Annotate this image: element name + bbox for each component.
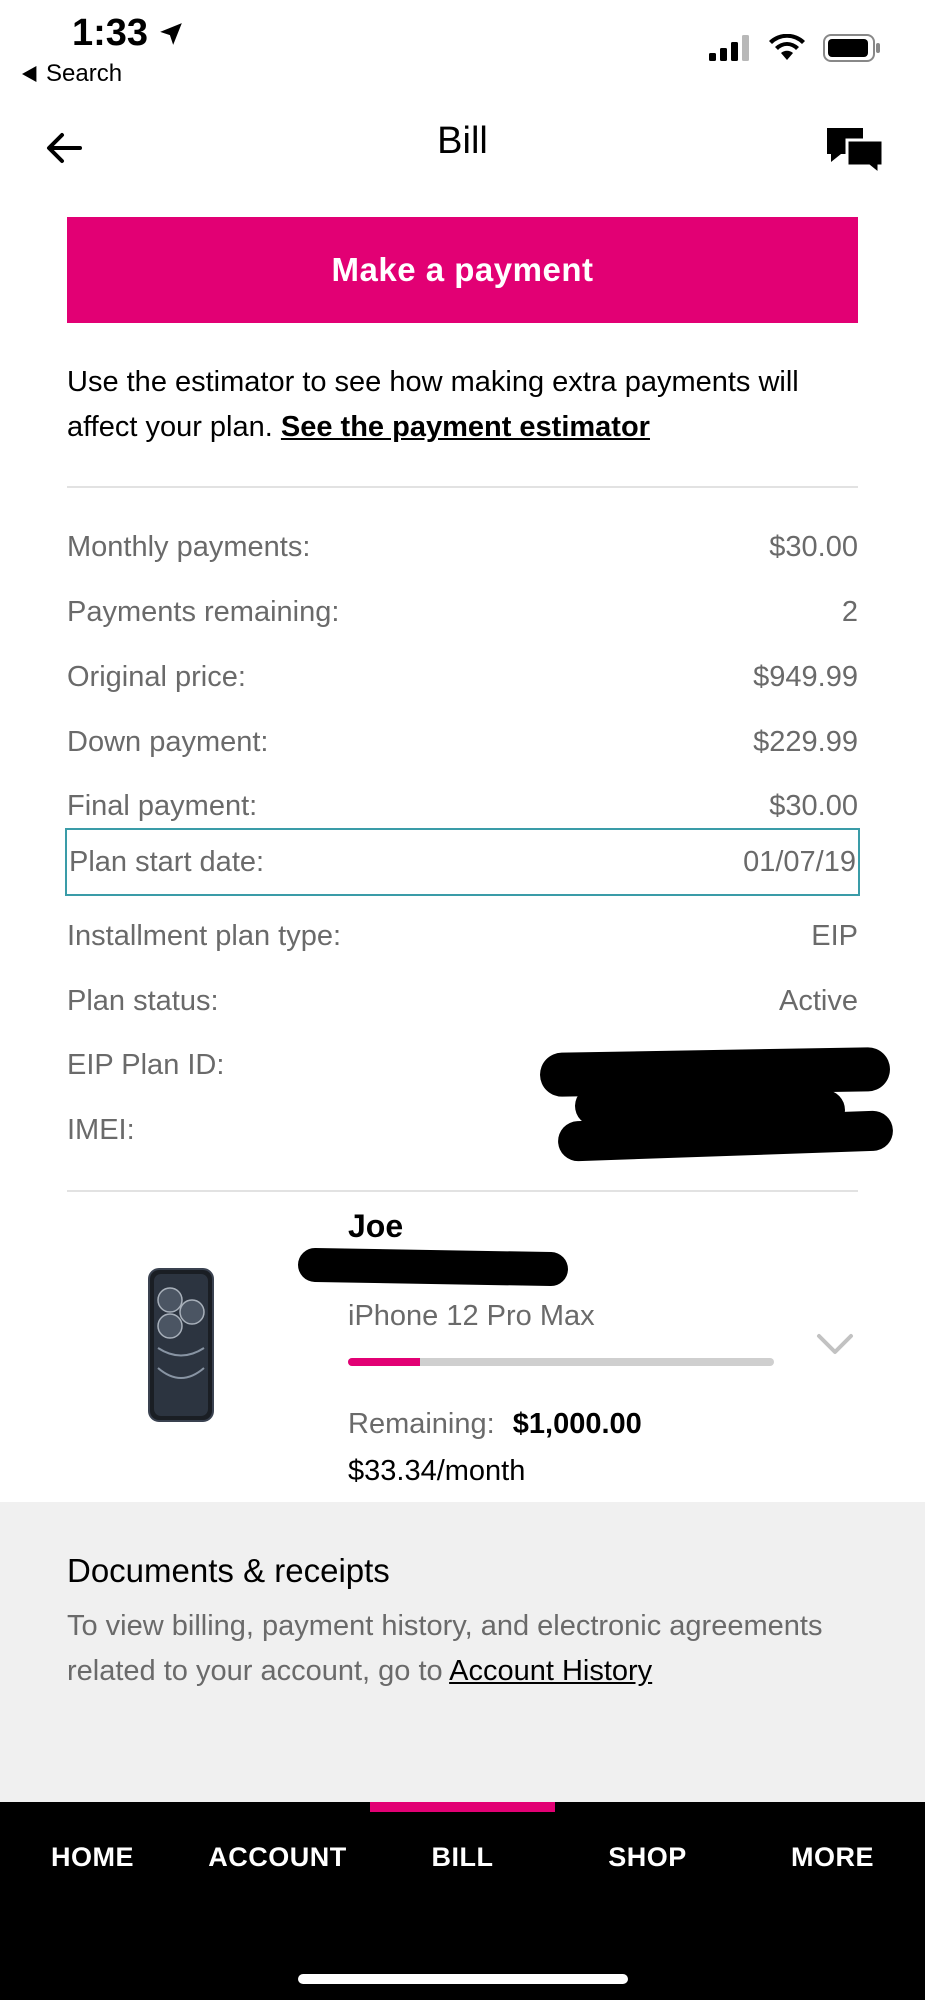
- detail-label: Plan status:: [67, 984, 219, 1017]
- cellular-signal-icon: [709, 35, 749, 61]
- documents-title: Documents & receipts: [67, 1552, 390, 1589]
- detail-row-down-payment: Down payment: $229.99: [67, 710, 858, 774]
- make-payment-button[interactable]: Make a payment: [67, 217, 858, 323]
- detail-label: Payments remaining:: [67, 595, 340, 628]
- payoff-progress-fill: [348, 1358, 421, 1366]
- detail-label: Final payment:: [67, 789, 258, 822]
- detail-value: 01/07/19: [743, 845, 856, 878]
- detail-row-original-price: Original price: $949.99: [67, 645, 858, 709]
- home-indicator[interactable]: [298, 1974, 628, 1984]
- divider: [67, 1190, 858, 1192]
- detail-label: Original price:: [67, 660, 246, 693]
- nav-account[interactable]: ACCOUNT: [185, 1842, 370, 1873]
- monthly-amount: $33.34/month: [348, 1455, 526, 1487]
- status-icons: [709, 34, 881, 62]
- payment-estimator-link[interactable]: See the payment estimator: [281, 411, 650, 443]
- nav-home[interactable]: HOME: [0, 1842, 185, 1873]
- remaining-label: Remaining:: [348, 1408, 495, 1440]
- detail-value: $949.99: [753, 660, 858, 693]
- detail-label: Installment plan type:: [67, 919, 342, 952]
- detail-value: $30.00: [769, 789, 858, 822]
- detail-value: EIP: [811, 919, 858, 952]
- redaction-mark: [297, 1247, 569, 1287]
- detail-row-plan-status: Plan status: Active: [67, 969, 858, 1033]
- documents-section: Documents & receipts To view billing, pa…: [0, 1502, 925, 1802]
- remaining-balance: Remaining: $1,000.00: [348, 1408, 642, 1441]
- nav-more[interactable]: MORE: [740, 1842, 925, 1873]
- detail-row-plan-start-date[interactable]: Plan start date: 01/07/19: [65, 828, 860, 896]
- back-to-search-link[interactable]: Search: [22, 60, 122, 88]
- nav-bill[interactable]: BILL: [370, 1842, 555, 1873]
- detail-label: IMEI:: [67, 1113, 135, 1146]
- payoff-progress-bar: [348, 1358, 774, 1366]
- app-header: Bill: [0, 100, 925, 200]
- divider: [67, 486, 858, 488]
- time-text: 1:33: [72, 12, 149, 54]
- detail-label: Plan start date:: [69, 845, 265, 878]
- back-search-label: Search: [46, 60, 123, 87]
- detail-value: $229.99: [753, 725, 858, 758]
- wifi-icon: [769, 34, 805, 60]
- status-bar: 1:33 Search: [0, 0, 925, 100]
- phone-image: [148, 1268, 214, 1422]
- documents-description: To view billing, payment history, and el…: [67, 1610, 823, 1687]
- remaining-value: $1,000.00: [512, 1408, 642, 1440]
- page-title: Bill: [437, 120, 488, 162]
- detail-value: $30.00: [769, 530, 858, 563]
- account-history-link[interactable]: Account History: [449, 1655, 652, 1687]
- battery-icon: [823, 34, 880, 62]
- detail-label: Down payment:: [67, 725, 269, 758]
- detail-label: Monthly payments:: [67, 530, 311, 563]
- detail-row-payments-remaining: Payments remaining: 2: [67, 580, 858, 644]
- detail-value: 2: [841, 595, 858, 628]
- chat-icon[interactable]: [825, 126, 885, 176]
- bottom-nav: HOME ACCOUNT BILL SHOP MORE: [0, 1802, 925, 2000]
- detail-row-installment-plan-type: Installment plan type: EIP: [67, 904, 858, 968]
- location-arrow-icon: [160, 22, 182, 45]
- device-model: iPhone 12 Pro Max: [348, 1300, 595, 1332]
- active-tab-indicator: [370, 1802, 555, 1812]
- nav-shop[interactable]: SHOP: [555, 1842, 740, 1873]
- status-time: 1:33: [72, 12, 184, 55]
- detail-row-monthly-payments: Monthly payments: $30.00: [67, 515, 858, 579]
- documents-text: To view billing, payment history, and el…: [67, 1604, 867, 1694]
- estimator-text: Use the estimator to see how making extr…: [67, 360, 867, 450]
- back-triangle-icon: [22, 66, 37, 82]
- device-owner-name: Joe: [348, 1208, 404, 1244]
- detail-label: EIP Plan ID:: [67, 1048, 225, 1081]
- chevron-down-icon[interactable]: [815, 1330, 855, 1360]
- detail-value: Active: [779, 984, 858, 1017]
